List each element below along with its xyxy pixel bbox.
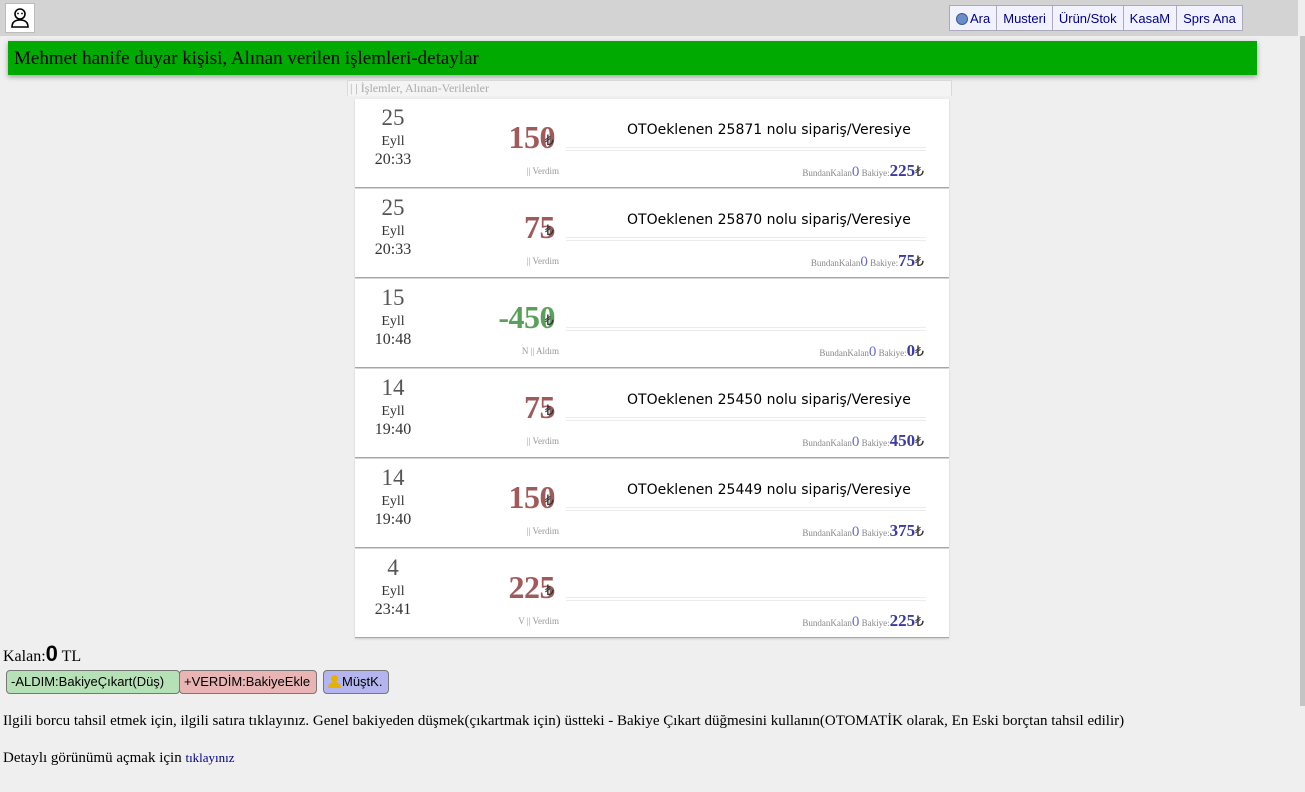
row-description: OTOeklenen 25871 nolu sipariş/Veresiye <box>627 122 911 138</box>
user-logo-icon[interactable] <box>5 3 35 33</box>
row-divider <box>566 327 926 328</box>
lira-icon: ₺ <box>545 583 554 599</box>
lira-icon: ₺ <box>545 133 554 149</box>
row-balance: BundanKalan0 Bakiye:450₺ <box>802 431 924 450</box>
row-bakiye: 375 <box>889 521 916 540</box>
row-divider <box>566 240 926 241</box>
row-divider <box>566 507 926 508</box>
row-time: 10:48 <box>374 331 412 348</box>
transaction-row[interactable]: 25 Eyll 20:33 75 ₺ || Verdim OTOeklenen 25870 … <box>355 189 949 278</box>
person-icon <box>328 675 341 689</box>
row-bakiye: 75 <box>898 251 916 270</box>
nav-orders-home[interactable]: Sprs Ana <box>1177 6 1242 30</box>
lira-icon: ₺ <box>545 403 554 419</box>
row-month: Eyll <box>381 314 405 329</box>
transaction-row[interactable]: 4 Eyll 23:41 225 ₺ V || Verdim BundanKalan0 Ba… <box>355 549 949 638</box>
top-nav: Ara Musteri Ürün/Stok KasaM Sprs Ana <box>949 5 1243 31</box>
customer-button[interactable]: MüştK. <box>323 670 389 694</box>
transaction-row[interactable]: 25 Eyll 20:33 150 ₺ || Verdim OTOeklenen 25871… <box>355 99 949 188</box>
nav-product-stock[interactable]: Ürün/Stok <box>1053 6 1124 30</box>
row-remaining: 0 <box>851 434 860 450</box>
row-day: 14 <box>381 375 405 400</box>
row-remaining: 0 <box>860 254 868 270</box>
row-type: V || Verdim <box>518 616 559 626</box>
row-divider <box>566 330 926 331</box>
row-month: Eyll <box>381 584 405 599</box>
row-time: 23:41 <box>374 601 412 618</box>
vertical-scrollbar[interactable] <box>1300 36 1305 706</box>
lira-icon: ₺ <box>915 614 924 630</box>
row-description: OTOeklenen 25450 nolu sipariş/Veresiye <box>627 392 911 408</box>
lira-icon: ₺ <box>915 524 924 540</box>
row-month: Eyll <box>381 134 405 149</box>
row-time: 20:33 <box>374 151 412 168</box>
page-title: Mehmet hanife duyar kişisi, Alınan veril… <box>14 48 479 69</box>
row-month: Eyll <box>381 404 405 419</box>
list-heading: | | İşlemler, Alınan-Verilenler <box>347 80 952 96</box>
row-time: 19:40 <box>374 511 412 528</box>
row-divider <box>566 417 926 418</box>
row-type: || Verdim <box>526 256 559 266</box>
lira-icon: ₺ <box>915 254 924 270</box>
row-bakiye: 225 <box>889 161 916 180</box>
row-remaining: 0 <box>868 344 877 360</box>
row-divider <box>566 420 926 421</box>
row-description: OTOeklenen 25870 nolu sipariş/Veresiye <box>627 212 911 228</box>
page-header: Mehmet hanife duyar kişisi, Alınan veril… <box>8 41 1257 75</box>
nav-search[interactable]: Ara <box>950 6 998 30</box>
row-balance: BundanKalan0 Bakiye:75₺ <box>810 251 924 270</box>
row-time: 20:33 <box>374 241 412 258</box>
detail-link[interactable]: tıklayınız <box>185 750 234 765</box>
transaction-row[interactable]: 14 Eyll 19:40 150 ₺ || Verdim OTOeklenen 25449… <box>355 459 949 548</box>
row-divider <box>566 150 926 151</box>
row-day: 15 <box>381 285 405 310</box>
top-bar: Ara Musteri Ürün/Stok KasaM Sprs Ana <box>0 0 1298 36</box>
row-bakiye: 225 <box>889 611 916 630</box>
remaining-balance: Kalan:0 TL <box>3 641 82 666</box>
remaining-value: 0 <box>45 641 58 666</box>
row-balance: BundanKalan0 Bakiye:225₺ <box>802 161 924 180</box>
row-type: || Verdim <box>526 166 559 176</box>
lira-icon: ₺ <box>545 223 554 239</box>
lira-icon: ₺ <box>915 344 924 360</box>
row-remaining: 0 <box>851 614 860 630</box>
row-description: OTOeklenen 25449 nolu sipariş/Veresiye <box>627 482 911 498</box>
add-balance-button[interactable]: +VERDİM:BakiyeEkle <box>179 670 317 694</box>
row-day: 4 <box>387 555 399 580</box>
row-divider <box>566 600 926 601</box>
help-text: Ilgili borcu tahsil etmek için, ilgili s… <box>3 713 1125 729</box>
row-day: 25 <box>381 195 405 220</box>
nav-cashbox[interactable]: KasaM <box>1124 6 1178 30</box>
lira-icon: ₺ <box>545 493 554 509</box>
lira-icon: ₺ <box>915 164 924 180</box>
row-day: 25 <box>381 105 405 130</box>
subtract-balance-button[interactable]: -ALDIM:BakiyeÇıkart(Düş) <box>6 670 180 694</box>
transaction-row[interactable]: 14 Eyll 19:40 75 ₺ || Verdim OTOeklenen 25450 … <box>355 369 949 458</box>
row-remaining: 0 <box>851 524 860 540</box>
lira-icon: ₺ <box>915 434 924 450</box>
detail-line: Detaylı görünümü açmak için tıklayınız <box>3 750 235 766</box>
row-type: N || Aldım <box>521 346 559 356</box>
globe-icon <box>956 13 968 25</box>
row-divider <box>566 510 926 511</box>
row-divider <box>566 147 926 148</box>
row-remaining: 0 <box>851 164 860 180</box>
row-type: || Verdim <box>526 526 559 536</box>
row-type: || Verdim <box>526 436 559 446</box>
row-day: 14 <box>381 465 405 490</box>
row-bakiye: 0 <box>906 341 916 360</box>
row-time: 19:40 <box>374 421 412 438</box>
row-month: Eyll <box>381 494 405 509</box>
nav-customer[interactable]: Musteri <box>997 6 1053 30</box>
row-balance: BundanKalan0 Bakiye:0₺ <box>819 341 924 360</box>
lira-icon: ₺ <box>545 313 554 329</box>
row-month: Eyll <box>381 224 405 239</box>
transaction-row[interactable]: 15 Eyll 10:48 -450 ₺ N || Aldım BundanKalan0 B… <box>355 279 949 368</box>
row-divider <box>566 597 926 598</box>
row-bakiye: 450 <box>889 431 916 450</box>
row-balance: BundanKalan0 Bakiye:225₺ <box>802 611 924 630</box>
row-balance: BundanKalan0 Bakiye:375₺ <box>802 521 924 540</box>
row-divider <box>566 237 926 238</box>
